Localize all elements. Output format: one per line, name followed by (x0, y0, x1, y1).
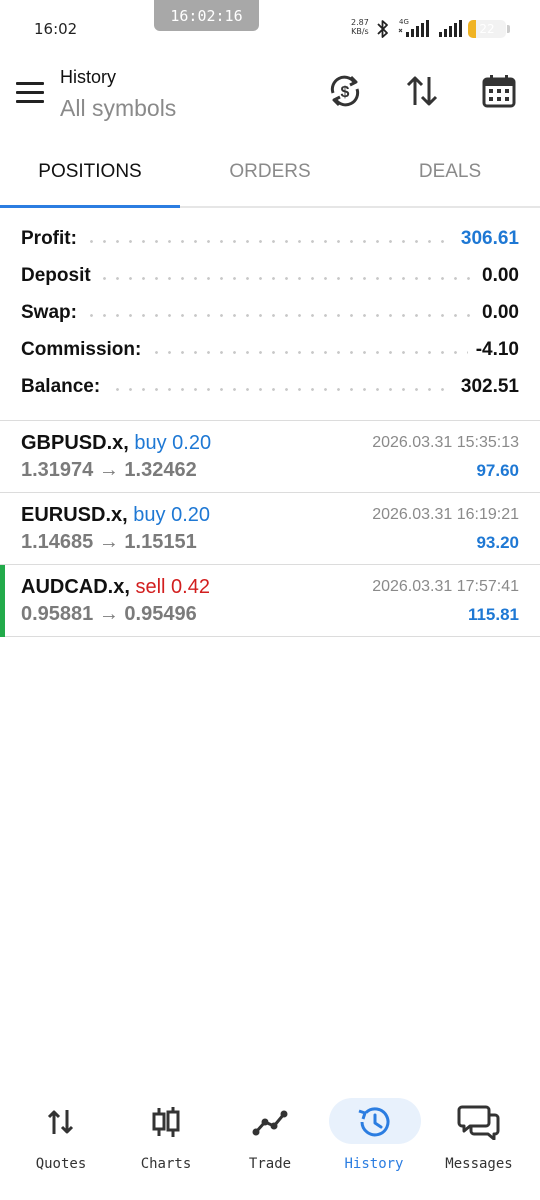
position-row[interactable]: GBPUSD.x, buy 0.20 1.31974 → 1.32462 202… (0, 421, 540, 493)
cellular-signal-2-icon (439, 20, 462, 37)
position-prices: 0.95881 → 0.95496 (21, 603, 197, 626)
position-profit: 93.20 (476, 533, 519, 552)
messages-icon (457, 1105, 500, 1140)
position-profit: 97.60 (476, 461, 519, 480)
position-profit: 115.81 (467, 605, 519, 624)
nav-trade[interactable]: Trade (216, 1090, 324, 1180)
symbol-name: GBPUSD.x, (21, 432, 129, 454)
history-tabs: POSITIONS ORDERS DEALS (0, 140, 540, 208)
position-side: buy 0.20 (134, 432, 212, 454)
summary-label: Profit: (21, 228, 85, 250)
arrow-right-icon: → (98, 603, 119, 625)
menu-icon-bar (16, 82, 44, 85)
arrow-right-icon: → (98, 531, 119, 553)
summary-label: Swap: (21, 302, 85, 324)
svg-text:$: $ (341, 84, 350, 101)
battery-tip (507, 25, 510, 33)
active-tab-indicator (0, 205, 180, 208)
trade-line-icon (252, 1110, 288, 1136)
battery-level: 22 (479, 22, 495, 36)
tab-deals[interactable]: DEALS (360, 140, 540, 206)
position-side: sell 0.42 (135, 576, 210, 598)
summary-value: 0.00 (474, 265, 519, 287)
position-time: 2026.03.31 17:57:41 (372, 578, 519, 595)
tab-positions[interactable]: POSITIONS (0, 140, 180, 206)
position-side: buy 0.20 (133, 504, 210, 526)
position-row[interactable]: AUDCAD.x, sell 0.42 0.95881 → 0.95496 20… (0, 565, 540, 637)
summary-label: Deposit (21, 265, 99, 287)
bottom-navigation: Quotes Charts Trade History Messages (0, 1090, 540, 1180)
currency-exchange-icon[interactable]: $ (327, 73, 363, 109)
nav-label: Quotes (35, 1156, 87, 1172)
nav-label: History (344, 1156, 404, 1172)
nav-label: Trade (248, 1156, 292, 1172)
menu-button[interactable] (16, 82, 44, 104)
battery-icon: 22 (468, 20, 506, 38)
open-price: 1.14685 (21, 531, 94, 553)
nav-history[interactable]: History (320, 1090, 428, 1180)
network-rate: 2.87 KB/s (351, 18, 369, 36)
nav-label: Messages (445, 1156, 513, 1172)
dotted-leader (21, 314, 519, 317)
app-header: History All symbols $ (0, 60, 540, 140)
position-row[interactable]: EURUSD.x, buy 0.20 1.14685 → 1.15151 202… (0, 493, 540, 565)
summary-value: 0.00 (474, 302, 519, 324)
cellular-signal-icon: 4G (398, 18, 429, 37)
page-title: History (60, 67, 117, 87)
summary-row-balance: Balance: 302.51 (21, 368, 519, 405)
summary-row-swap: Swap: 0.00 (21, 294, 519, 331)
selected-row-indicator (0, 565, 5, 637)
network-rate-unit: KB/s (351, 27, 369, 36)
summary-value: 302.51 (452, 376, 519, 398)
position-symbol: EURUSD.x, buy 0.20 (21, 504, 210, 527)
nav-label: Charts (140, 1156, 192, 1172)
position-time: 2026.03.31 16:19:21 (372, 506, 519, 523)
open-price: 1.31974 (21, 459, 94, 481)
status-time: 16:02 (34, 20, 78, 38)
nav-quotes[interactable]: Quotes (7, 1090, 115, 1180)
status-bar: 16:02 16:02:16 2.87 KB/s 4G 22 (0, 0, 540, 60)
network-rate-value: 2.87 (351, 18, 369, 27)
nav-messages[interactable]: Messages (425, 1090, 533, 1180)
close-price: 1.32462 (124, 459, 197, 481)
calendar-icon[interactable] (481, 73, 517, 109)
position-symbol: GBPUSD.x, buy 0.20 (21, 432, 211, 455)
tab-orders[interactable]: ORDERS (180, 140, 360, 206)
symbol-name: AUDCAD.x, (21, 576, 130, 598)
arrow-right-icon: → (98, 459, 119, 481)
summary-row-commission: Commission: -4.10 (21, 331, 519, 368)
position-prices: 1.14685 → 1.15151 (21, 531, 197, 554)
position-symbol: AUDCAD.x, sell 0.42 (21, 576, 210, 599)
symbol-name: EURUSD.x, (21, 504, 128, 526)
close-price: 0.95496 (124, 603, 197, 625)
summary-row-profit: Profit: 306.61 (21, 220, 519, 257)
dotted-leader (21, 240, 519, 243)
status-clock-pill: 16:02:16 (154, 0, 259, 31)
network-type-label: 4G (399, 18, 409, 26)
quotes-arrows-icon (47, 1110, 74, 1134)
summary-value: -4.10 (467, 339, 519, 361)
sort-icon[interactable] (404, 73, 440, 109)
summary-row-deposit: Deposit 0.00 (21, 257, 519, 294)
summary-label: Commission: (21, 339, 150, 361)
position-prices: 1.31974 → 1.32462 (21, 459, 197, 482)
symbol-filter[interactable]: All symbols (60, 95, 176, 122)
position-time: 2026.03.31 15:35:13 (372, 434, 519, 451)
summary-value: 306.61 (452, 228, 519, 250)
nav-charts[interactable]: Charts (112, 1090, 220, 1180)
history-clock-icon (358, 1107, 390, 1137)
open-price: 0.95881 (21, 603, 94, 625)
close-price: 1.15151 (124, 531, 197, 553)
summary-label: Balance: (21, 376, 109, 398)
menu-icon-bar (16, 91, 44, 94)
candlestick-chart-icon (152, 1107, 180, 1137)
menu-icon-bar (16, 100, 44, 103)
bluetooth-icon (377, 20, 388, 38)
